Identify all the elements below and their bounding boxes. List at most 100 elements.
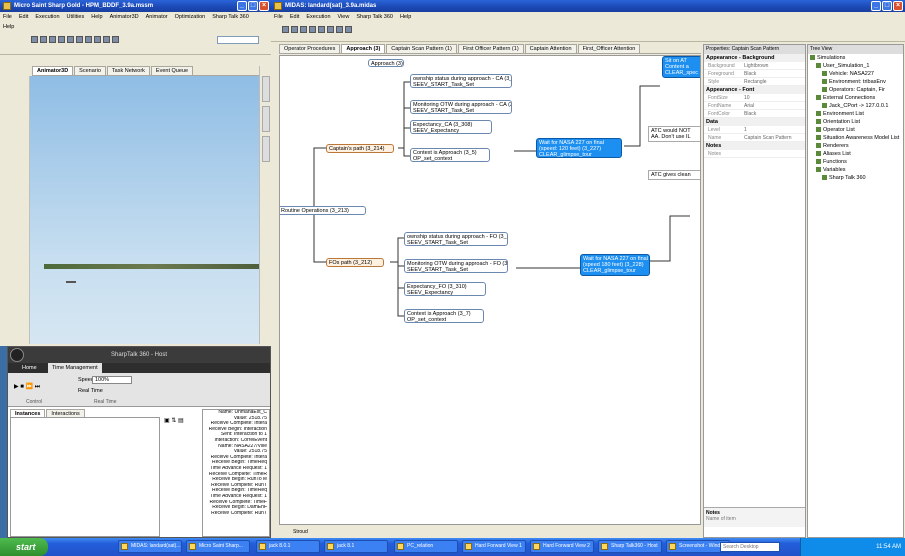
taskbar-button[interactable]: Hard Forward View 1 — [462, 540, 526, 553]
tree-item[interactable]: Functions — [810, 158, 903, 166]
play-icon[interactable]: ▶ ■ ⏩ ⏭ — [14, 383, 40, 391]
property-row[interactable]: FontColor Black — [704, 110, 805, 118]
open-icon[interactable] — [291, 26, 298, 33]
tree-item[interactable]: Simulations — [810, 54, 903, 62]
ca-node-context[interactable]: Context is Approach (3_5) OP_set_context — [410, 148, 490, 162]
routine-ops-node[interactable]: Routine Operations (3_213) — [280, 206, 366, 215]
tree-item[interactable]: Environment: tribasEnv — [810, 78, 903, 86]
menu-animator3d[interactable]: Animator3D — [110, 12, 139, 22]
tab-animator3d[interactable]: Animator3D — [32, 66, 74, 75]
desktop-search[interactable]: Search Desktop — [720, 542, 780, 552]
step-icon[interactable] — [103, 36, 110, 43]
taskbar-button[interactable]: PC_relation — [394, 540, 458, 553]
ribbon-tab-home[interactable]: Home — [22, 363, 37, 373]
undo-icon[interactable] — [336, 26, 343, 33]
blue-node-fo-wait[interactable]: Wait for NASA 227 on final (speed 180 fe… — [580, 254, 650, 276]
tab-scenario[interactable]: Scenario — [74, 66, 106, 75]
close-icon[interactable]: × — [893, 1, 903, 11]
tree-item[interactable]: Variables — [810, 166, 903, 174]
property-value[interactable]: Black — [744, 70, 805, 77]
property-row[interactable]: Style Rectangle — [704, 78, 805, 86]
start-button[interactable]: start — [0, 538, 48, 556]
taskbar-button[interactable]: jack 8.1 — [324, 540, 388, 553]
stop-icon[interactable] — [112, 36, 119, 43]
fo-node-ownship[interactable]: ownship status during approach - FO (3_3… — [404, 232, 508, 246]
menu-help[interactable]: Help — [91, 12, 102, 22]
speed-dropdown[interactable]: 100% — [92, 376, 132, 384]
instances-panel[interactable] — [10, 417, 160, 537]
side-tab-symbols[interactable] — [262, 106, 270, 132]
property-row[interactable]: Level 1 — [704, 126, 805, 134]
maximize-icon[interactable]: □ — [882, 1, 892, 11]
property-row[interactable]: Foreground Black — [704, 70, 805, 78]
ca-node-monitoring[interactable]: Monitoring OTW during approach - CA (3_3… — [410, 100, 512, 114]
tab-event-queue[interactable]: Event Queue — [150, 66, 194, 75]
maximize-icon[interactable]: □ — [248, 1, 258, 11]
blue-node-ca-wait[interactable]: Wait for NASA 227 on final (speed: 120 f… — [536, 138, 622, 158]
blue-node-top[interactable]: Sit on AT Content a CLEAR_spec — [662, 56, 700, 78]
undo-icon[interactable] — [76, 36, 83, 43]
property-value[interactable]: Black — [744, 110, 805, 117]
property-category[interactable]: Notes — [704, 142, 805, 150]
property-value[interactable]: Captain Scan Pattern — [744, 134, 805, 141]
tab-captain-attention[interactable]: Captain Attention — [524, 44, 577, 53]
menu-execution[interactable]: Execution — [306, 12, 330, 22]
menu-view[interactable]: View — [338, 12, 350, 22]
ca-node-expectancy[interactable]: Expectancy_CA (3_308) SEEV_Expectancy — [410, 120, 492, 134]
tab-operator-procedures[interactable]: Operator Procedures — [279, 44, 341, 53]
taskbar-button[interactable]: jack 8.0.1 — [256, 540, 320, 553]
property-category[interactable]: Data — [704, 118, 805, 126]
property-value[interactable]: Rectangle — [744, 78, 805, 85]
fo-node-expectancy[interactable]: Expectancy_FO (3_310) SEEV_Expectancy — [404, 282, 486, 296]
tab-first-officer-pattern[interactable]: First Officer Pattern (1) — [457, 44, 524, 53]
tree-item[interactable]: Renderers — [810, 142, 903, 150]
menu-sharptalk[interactable]: Sharp Talk 360 — [356, 12, 393, 22]
play-icon[interactable] — [85, 36, 92, 43]
new-icon[interactable] — [31, 36, 38, 43]
help-icon[interactable] — [67, 36, 74, 43]
fos-path-node[interactable]: FOs path (3_212) — [326, 258, 384, 267]
property-value[interactable]: 1 — [744, 126, 805, 133]
tab-task-network[interactable]: Task Network — [106, 66, 150, 75]
property-value[interactable] — [744, 150, 805, 157]
tree-item[interactable]: Environment List — [810, 110, 903, 118]
menu-help[interactable]: Help — [400, 12, 411, 22]
cut-icon[interactable] — [309, 26, 316, 33]
atc-node-1[interactable]: ATC would NOT AA. Don't use IL — [648, 126, 700, 142]
ribbon-tab-time-management[interactable]: Time Management — [48, 363, 102, 373]
side-tab-toolbox[interactable] — [262, 76, 270, 102]
ca-node-ownship[interactable]: ownship status during approach - CA (3_3… — [410, 74, 512, 88]
property-value[interactable]: Lightbrown — [744, 62, 805, 69]
taskbar-button[interactable]: Hard Forward View 2 — [530, 540, 594, 553]
tree-item[interactable]: Jack_CPort -> 127.0.0.1 — [810, 102, 903, 110]
print-icon[interactable] — [58, 36, 65, 43]
minimize-icon[interactable]: _ — [237, 1, 247, 11]
property-value[interactable]: Arial — [744, 102, 805, 109]
open-icon[interactable] — [40, 36, 47, 43]
property-value[interactable]: 10 — [744, 94, 805, 101]
tree-item[interactable]: Aliases List — [810, 150, 903, 158]
tab-fo-attention[interactable]: First_Officer Attention — [577, 44, 641, 53]
paste-icon[interactable] — [327, 26, 334, 33]
fo-node-context[interactable]: Context is Approach (3_7) OP_set_context — [404, 309, 484, 323]
real-time-checkbox[interactable]: Real Time — [78, 388, 103, 394]
save-icon[interactable] — [49, 36, 56, 43]
property-category[interactable]: Appearance - Background — [704, 54, 805, 62]
redo-icon[interactable] — [345, 26, 352, 33]
fo-node-monitoring[interactable]: Monitoring OTW during approach - FO (3_3… — [404, 259, 508, 273]
minimize-icon[interactable]: _ — [871, 1, 881, 11]
property-row[interactable]: FontSize 10 — [704, 94, 805, 102]
tree-item[interactable]: Sharp Talk 360 — [810, 174, 903, 182]
copy-icon[interactable] — [318, 26, 325, 33]
tree-item[interactable]: User_Simulation_1 — [810, 62, 903, 70]
diagram-canvas[interactable]: Approach (3) Routine Operations (3_213) … — [279, 55, 701, 525]
property-category[interactable]: Appearance - Font — [704, 86, 805, 94]
tree-item[interactable]: Situation Awareness Model List — [810, 134, 903, 142]
property-row[interactable]: FontName Arial — [704, 102, 805, 110]
tree-item[interactable]: Orientation List — [810, 118, 903, 126]
new-icon[interactable] — [282, 26, 289, 33]
atc-node-2[interactable]: ATC gives clean — [648, 170, 700, 180]
menu-utilities[interactable]: Utilities — [67, 12, 85, 22]
tree-item[interactable]: Vehicle: NASA227 — [810, 70, 903, 78]
property-row[interactable]: Background Lightbrown — [704, 62, 805, 70]
